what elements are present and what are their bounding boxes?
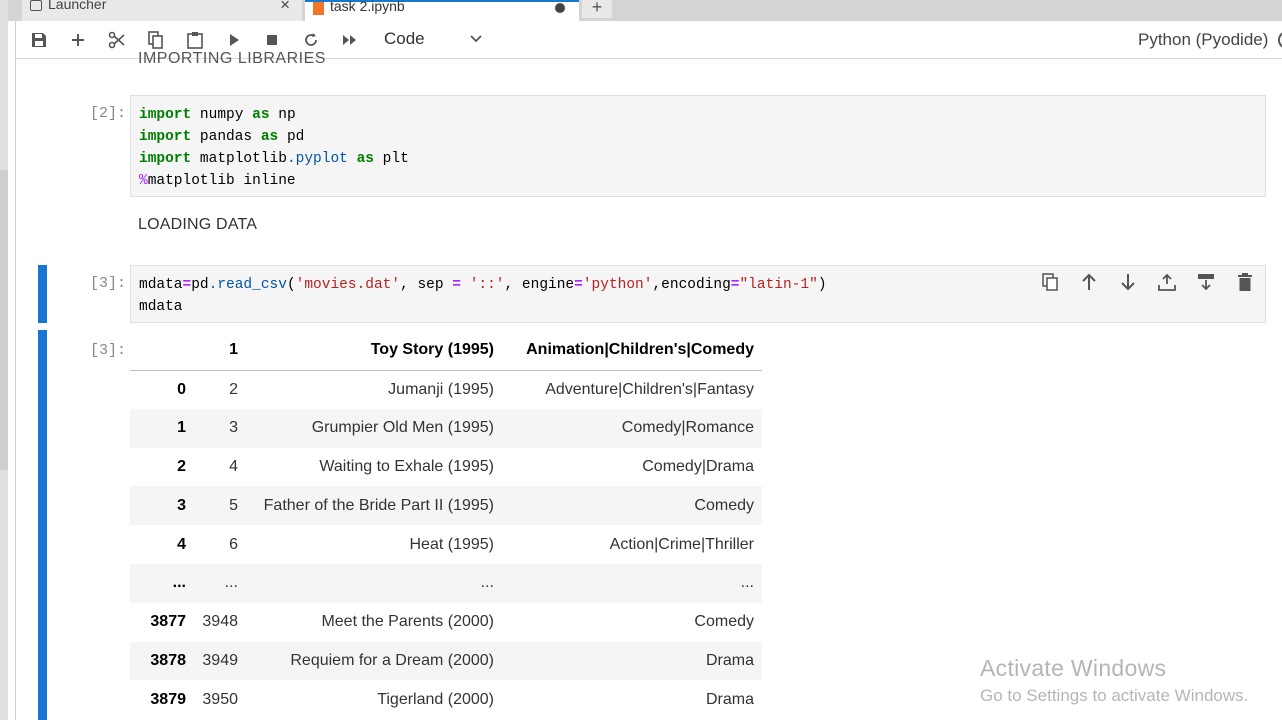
table-cell: ...: [480, 574, 494, 592]
restart-icon[interactable]: [300, 30, 322, 50]
table-cell: Tigerland (2000): [377, 690, 494, 708]
insert-above-icon[interactable]: [1155, 270, 1179, 294]
table-cell: 3950: [202, 690, 238, 708]
code-cell-imports[interactable]: import numpy as np import pandas as pd i…: [130, 95, 1266, 197]
table-cell: 3949: [202, 651, 238, 669]
table-row: 3877 3948 Meet the Parents (2000) Comedy: [130, 603, 762, 642]
table-row: 0 2 Jumanji (1995) Adventure|Children's|Fan…: [130, 370, 762, 409]
table-cell: Comedy|Romance: [621, 419, 754, 437]
row-index: 1: [177, 419, 186, 437]
table-cell: 3948: [202, 613, 238, 631]
arrow-down-icon[interactable]: [1116, 270, 1140, 294]
markdown-heading-importing: IMPORTING LIBRARIES: [138, 50, 326, 67]
column-header: Toy Story (1995): [246, 330, 502, 371]
table-cell: 2: [229, 380, 238, 398]
table-cell: Requiem for a Dream (2000): [290, 651, 494, 669]
table-cell: 6: [229, 535, 238, 553]
cut-icon[interactable]: [106, 30, 128, 50]
close-icon[interactable]: ×: [280, 0, 290, 13]
table-header-row: 1 Toy Story (1995) Animation|Children's|…: [130, 330, 762, 371]
cell-prompt: [2]:: [89, 105, 126, 122]
table-cell: Comedy: [694, 496, 754, 514]
sidebar-scroll-thumb[interactable]: [0, 170, 8, 470]
row-index: 4: [177, 535, 186, 553]
table-cell: Drama: [705, 690, 754, 708]
duplicate-icon[interactable]: [1038, 270, 1062, 294]
table-cell: 5: [229, 496, 238, 514]
insert-below-icon[interactable]: [1194, 270, 1218, 294]
arrow-up-icon[interactable]: [1077, 270, 1101, 294]
table-row: 1 3 Grumpier Old Men (1995) Comedy|Romance: [130, 408, 762, 448]
left-sidebar-strip: [0, 0, 8, 720]
copy-icon[interactable]: [145, 30, 167, 50]
table-cell: Drama: [705, 651, 754, 669]
table-row: 3879 3950 Tigerland (2000) Drama: [130, 680, 762, 719]
table-row: 3878 3949 Requiem for a Dream (2000) Drama: [130, 641, 762, 681]
index-header: [130, 330, 194, 371]
tab-notebook-label: task 2.ipynb: [330, 0, 405, 14]
row-index: 3878: [150, 651, 186, 669]
kernel-status-icon: [1278, 31, 1282, 49]
table-cell: ...: [224, 574, 238, 592]
new-tab-button[interactable]: +: [582, 0, 612, 18]
stop-icon[interactable]: [261, 30, 283, 50]
row-index: ...: [172, 574, 186, 592]
notebook-panel: IMPORTING LIBRARIES [2]: import numpy as…: [16, 50, 1266, 720]
table-cell: Comedy: [694, 613, 754, 631]
cell-type-select[interactable]: Code: [384, 29, 425, 49]
delete-icon[interactable]: [1233, 270, 1257, 294]
table-cell: Comedy|Drama: [642, 457, 754, 475]
fast-forward-icon[interactable]: [339, 30, 361, 50]
paste-icon[interactable]: [184, 30, 206, 50]
row-index: 3879: [150, 690, 186, 708]
activation-watermark-title: Activate Windows: [980, 655, 1167, 681]
column-header: Animation|Children's|Comedy: [502, 330, 762, 371]
table-cell: ...: [740, 574, 754, 592]
row-index: 0: [177, 380, 186, 398]
table-cell: Grumpier Old Men (1995): [311, 419, 494, 437]
notebook-icon: [313, 2, 324, 15]
table-row: 4 6 Heat (1995) Action|Crime|Thriller: [130, 525, 762, 564]
table-cell: Father of the Bride Part II (1995): [263, 496, 494, 514]
table-cell: 3: [229, 419, 238, 437]
tab-launcher-label: Launcher: [48, 0, 107, 12]
table-cell: Meet the Parents (2000): [321, 613, 494, 631]
table-cell: Waiting to Exhale (1995): [319, 457, 494, 475]
output-prompt: [3]:: [89, 342, 126, 359]
tab-bar: Launcher × task 2.ipynb +: [8, 0, 1282, 21]
table-cell: Jumanji (1995): [388, 380, 494, 398]
table-row: ............: [130, 563, 762, 603]
dataframe-table: 1 Toy Story (1995) Animation|Children's|…: [130, 330, 762, 719]
table-cell: 4: [229, 457, 238, 475]
cell-prompt: [3]:: [89, 275, 126, 292]
table-cell: Action|Crime|Thriller: [609, 535, 754, 553]
table-row: 3 5 Father of the Bride Part II (1995) Come…: [130, 486, 762, 526]
tab-launcher[interactable]: Launcher ×: [22, 0, 302, 21]
save-icon[interactable]: [28, 30, 50, 50]
row-index: 3: [177, 496, 186, 514]
table-cell: Adventure|Children's|Fantasy: [545, 380, 754, 398]
launcher-icon: [30, 0, 42, 11]
table-cell: Heat (1995): [409, 535, 495, 553]
table-row: 2 4 Waiting to Exhale (1995) Comedy|Drama: [130, 448, 762, 487]
column-header: 1: [194, 330, 246, 371]
tab-notebook[interactable]: task 2.ipynb: [305, 0, 579, 21]
active-cell-indicator[interactable]: [38, 265, 47, 323]
add-cell-icon[interactable]: [67, 30, 89, 50]
row-index: 3877: [150, 613, 186, 631]
kernel-name[interactable]: Python (Pyodide): [1138, 30, 1268, 50]
row-index: 2: [177, 457, 186, 475]
activation-watermark-text: Go to Settings to activate Windows.: [980, 686, 1249, 705]
chevron-down-icon[interactable]: [469, 31, 483, 50]
markdown-loading-data: LOADING DATA: [138, 216, 258, 233]
unsaved-dot-icon[interactable]: [555, 3, 565, 13]
cell-toolbar: [1038, 270, 1257, 296]
output-collapser[interactable]: [38, 330, 47, 720]
run-icon[interactable]: [223, 30, 245, 50]
